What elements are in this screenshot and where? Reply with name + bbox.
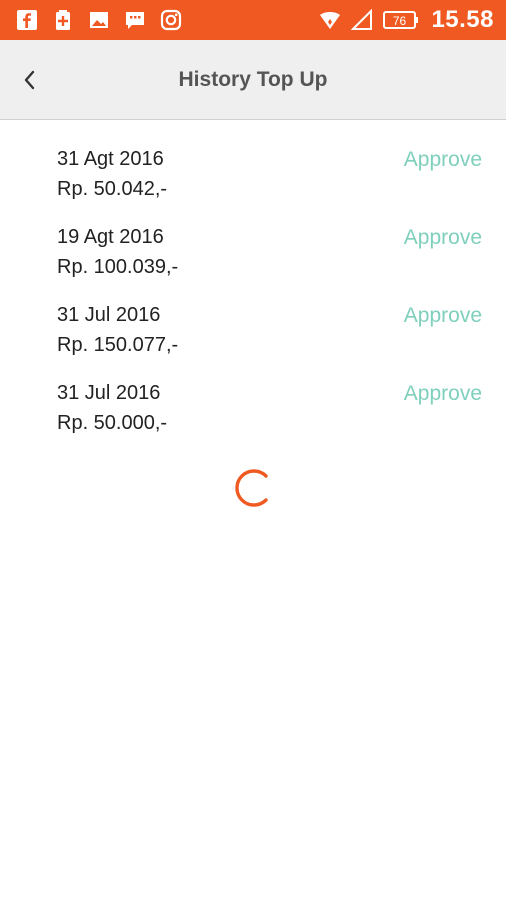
signal-icon	[351, 9, 373, 31]
list-item[interactable]: 19 Agt 2016 Rp. 100.039,- Approve	[0, 218, 506, 296]
page-title: History Top Up	[178, 67, 328, 91]
topup-amount: Rp. 50.000,-	[57, 412, 168, 434]
status-label: Approve	[403, 304, 482, 327]
system-status: 76 15.58	[319, 6, 494, 34]
clock: 15.58	[431, 6, 494, 33]
topup-amount: Rp. 150.077,-	[57, 334, 179, 356]
topup-amount: Rp. 100.039,-	[57, 256, 179, 278]
battery-icon: 76	[383, 9, 419, 31]
wifi-icon	[319, 9, 341, 31]
list-item[interactable]: 31 Jul 2016 Rp. 150.077,- Approve	[0, 296, 506, 374]
notification-icons	[16, 9, 182, 31]
topup-amount: Rp. 50.042,-	[57, 178, 168, 200]
battery-level: 76	[393, 14, 407, 28]
status-label: Approve	[403, 226, 482, 249]
history-list: 31 Agt 2016 Rp. 50.042,- Approve 19 Agt …	[0, 140, 506, 452]
list-item[interactable]: 31 Jul 2016 Rp. 50.000,- Approve	[0, 374, 506, 452]
status-label: Approve	[403, 148, 482, 171]
gallery-icon	[88, 9, 110, 31]
app-bar: History Top Up	[0, 40, 506, 120]
instagram-icon	[160, 9, 182, 31]
facebook-icon	[16, 9, 38, 31]
list-item[interactable]: 31 Agt 2016 Rp. 50.042,- Approve	[0, 140, 506, 218]
status-label: Approve	[403, 382, 482, 405]
status-bar: 76 15.58	[0, 0, 506, 40]
back-button[interactable]	[10, 60, 50, 100]
chat-icon	[124, 9, 146, 31]
loading-spinner-icon	[235, 469, 268, 507]
chevron-left-icon	[24, 70, 35, 90]
battery-saver-icon	[52, 9, 74, 31]
